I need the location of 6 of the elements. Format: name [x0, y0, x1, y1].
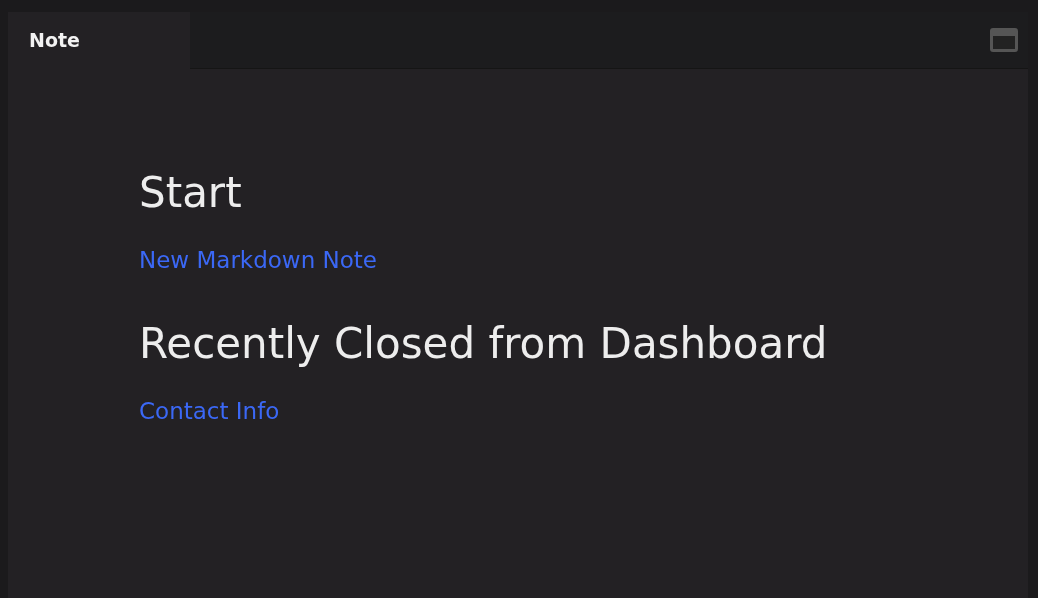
window-icon[interactable] — [990, 28, 1018, 52]
section-heading: Start — [139, 167, 243, 219]
tab[interactable]: Note — [8, 12, 190, 69]
link[interactable]: New Markdown Note — [139, 247, 377, 273]
link[interactable]: Contact Info — [139, 397, 280, 424]
section-heading: Recently Closed from Dashboard — [139, 317, 829, 370]
